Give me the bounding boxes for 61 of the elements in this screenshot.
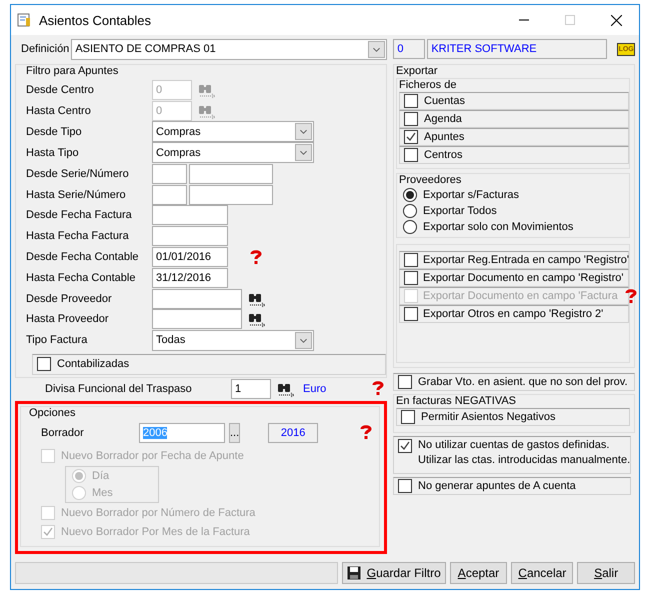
field-label: Hasta Fecha Factura — [26, 230, 130, 242]
date-field[interactable]: 01/01/2016 — [152, 247, 228, 267]
field-label: Hasta Centro — [26, 105, 92, 118]
field-label: Desde Tipo — [26, 126, 83, 138]
checkbox-label: Exportar Reg.Entrada en campo 'Registro' — [423, 254, 629, 266]
field-label: Borrador — [41, 427, 85, 439]
dialog-button[interactable]: Aceptar — [450, 562, 508, 584]
browse-button[interactable]: ... — [229, 423, 240, 443]
group-title: Exportar — [396, 64, 439, 78]
field-label: Hasta Proveedor — [26, 313, 110, 326]
definition-dropdown[interactable]: ASIENTO DE COMPRAS 01 — [71, 38, 388, 60]
code-field[interactable]: 0 — [393, 39, 426, 59]
definition-label: Definición — [21, 43, 70, 55]
checkbox-label: Exportar Documento en campo 'Registro' — [423, 272, 624, 284]
dialog-button[interactable]: Salir — [577, 562, 635, 584]
radio-label: Día — [92, 470, 110, 482]
radio-label: Exportar Todos — [423, 205, 497, 217]
checkbox-label: Cuentas — [424, 95, 465, 107]
checkbox-label: Agenda — [424, 113, 462, 125]
radio-label: Exportar s/Facturas — [423, 189, 519, 201]
field-label: Hasta Tipo — [26, 146, 80, 159]
dropdown[interactable]: Compras — [152, 121, 314, 142]
group-title: Ficheros de — [399, 78, 458, 92]
group-title: Filtro para Apuntes — [26, 64, 120, 78]
year-field: 2016 — [268, 423, 318, 443]
field-label: Desde Proveedor — [26, 292, 113, 305]
company-field: KRITER SOFTWARE — [427, 39, 608, 59]
checkbox-label: Exportar Otros en campo 'Registro 2' — [423, 308, 604, 320]
field-label: Desde Serie/Número — [26, 168, 130, 180]
checkbox-label: Exportar Documento en campo 'Factura — [423, 290, 618, 302]
checkbox-label: Utilizar las ctas. introducidas manualmente. — [418, 454, 630, 466]
dropdown[interactable]: Todas — [152, 330, 314, 351]
dropdown[interactable]: Compras — [152, 142, 314, 164]
radio-label: Mes — [92, 487, 113, 499]
checkbox-label: No generar apuntes de A cuenta — [418, 480, 576, 492]
checkbox-label: Nuevo Borrador por Número de Factura — [61, 507, 256, 519]
checkbox-label: Nuevo Borrador por Fecha de Apunte — [61, 450, 244, 462]
checkbox-label: Contabilizadas — [57, 358, 130, 370]
checkbox-label: Nuevo Borrador Por Mes de la Factura — [61, 526, 250, 538]
field-label: Hasta Fecha Contable — [26, 272, 136, 284]
window-title: Asientos Contables — [39, 12, 152, 28]
group-title: Proveedores — [399, 173, 462, 187]
dialog-button[interactable]: Cancelar — [511, 562, 574, 584]
checkbox-label: Centros — [424, 149, 463, 161]
date-field[interactable]: 31/12/2016 — [152, 268, 228, 288]
checkbox-label: Apuntes — [424, 131, 464, 143]
group-title: Opciones — [29, 406, 76, 420]
currency-label: Divisa Funcional del Traspaso — [45, 383, 193, 395]
group-title: En facturas NEGATIVAS — [396, 394, 518, 408]
field-label: Desde Fecha Factura — [26, 209, 133, 222]
checkbox-label: Permitir Asientos Negativos — [421, 411, 556, 423]
checkbox-label: Grabar Vto. en asient. que no son del prov. — [418, 376, 628, 388]
dialog-button[interactable]: Guardar Filtro — [342, 562, 446, 584]
checkbox-label: No utilizar cuentas de gastos definidas. — [418, 439, 610, 451]
field-label: Tipo Factura — [26, 334, 88, 346]
field-label: Desde Fecha Contable — [26, 251, 140, 263]
radio-label: Exportar solo con Movimientos — [423, 221, 574, 233]
field-label: Desde Centro — [26, 84, 95, 96]
currency-name: Euro — [303, 383, 326, 395]
field-label: Hasta Serie/Número — [26, 188, 127, 201]
currency-field[interactable]: 1 — [231, 379, 271, 399]
